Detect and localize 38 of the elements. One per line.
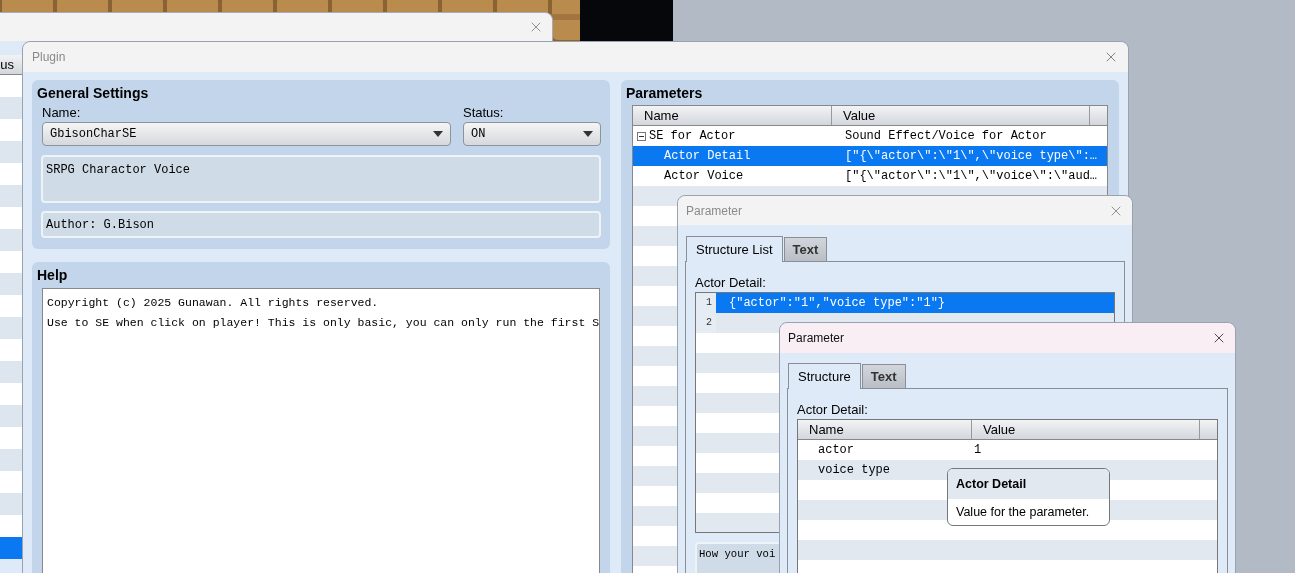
parameter-name: Actor Voice: [664, 168, 744, 185]
panel-title: Parameters: [626, 84, 704, 102]
parameter-name: SE for Actor: [649, 128, 736, 145]
panel-title: General Settings: [37, 84, 150, 102]
parameter-row[interactable]: Actor Detail ["{\"actor\":\"1\",\"voice type\":…: [633, 146, 1107, 166]
line-number: 1: [696, 293, 716, 313]
column-header[interactable]: Value: [832, 106, 1090, 125]
tab[interactable]: Structure: [788, 363, 861, 389]
field-name: voice type: [817, 462, 891, 479]
parameter-name: Actor Detail: [664, 148, 751, 165]
window-title: Parameter: [788, 330, 845, 347]
column-header[interactable]: Name: [633, 106, 832, 125]
parameter-value: ["{\"actor\":\"1\",\"voice\":\"aud…: [845, 168, 1098, 185]
panel-title: Help: [37, 266, 69, 284]
tab[interactable]: Text: [783, 237, 828, 261]
field-label: Actor Detail:: [695, 274, 767, 292]
help-text-area[interactable]: Copyright (c) 2025 Gunawan. All rights reserved. Use to SE when click on player! This is only basic, you can only run the first S: [42, 288, 600, 573]
window-title: Parameter: [686, 202, 743, 220]
parameter-value: ["{\"actor\":\"1\",\"voice type\":…: [845, 148, 1098, 165]
description-field[interactable]: SRPG Charactor Voice: [41, 155, 601, 203]
author-field: Author: G.Bison: [41, 211, 601, 238]
column-header[interactable]: Value: [972, 420, 1200, 439]
field-label: Status:: [463, 104, 505, 122]
tooltip-text: Value for the parameter.: [956, 503, 1090, 521]
window-title: Plugin: [32, 49, 66, 66]
field-value: 1: [973, 442, 982, 459]
name-dropdown[interactable]: GbisonCharSE: [42, 122, 451, 146]
tab[interactable]: Text: [861, 364, 906, 388]
parameter-value: Sound Effect/Voice for Actor: [845, 128, 1047, 145]
field-label: Name:: [42, 104, 82, 122]
column-header[interactable]: Name: [798, 420, 972, 439]
tooltip-title: Actor Detail: [956, 475, 1027, 493]
status-dropdown[interactable]: ON: [463, 122, 601, 146]
tab[interactable]: Structure List: [686, 236, 783, 262]
help-line: Copyright (c) 2025 Gunawan. All rights reserved.: [47, 295, 380, 311]
field-label: Actor Detail:: [797, 401, 869, 419]
line-number: 2: [696, 313, 716, 333]
field-name: actor: [817, 442, 855, 459]
